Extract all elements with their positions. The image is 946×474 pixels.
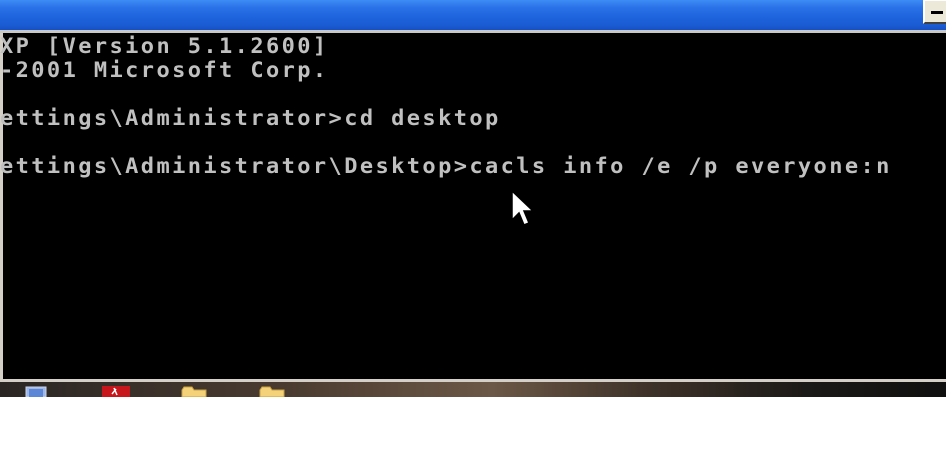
console-output-area[interactable] xyxy=(0,33,946,379)
mouse-pointer-icon xyxy=(511,190,533,226)
computer-icon[interactable] xyxy=(22,386,50,397)
screen: XP [Version 5.1.2600] -2001 Microsoft Co… xyxy=(0,0,946,474)
console-line: XP [Version 5.1.2600] xyxy=(0,35,329,59)
minimize-button[interactable] xyxy=(923,0,946,24)
console-line: ettings\Administrator\Desktop>cacls info… xyxy=(0,155,892,179)
minimize-icon xyxy=(931,11,943,14)
console-line: -2001 Microsoft Corp. xyxy=(0,59,329,83)
command-prompt-title-bar[interactable] xyxy=(0,0,946,30)
folder-icon[interactable] xyxy=(180,386,208,397)
console-line: ettings\Administrator>cd desktop xyxy=(0,107,501,131)
folder-icon[interactable] xyxy=(258,386,286,397)
pdf-icon[interactable] xyxy=(102,386,130,397)
desktop-wallpaper-strip xyxy=(0,382,946,397)
